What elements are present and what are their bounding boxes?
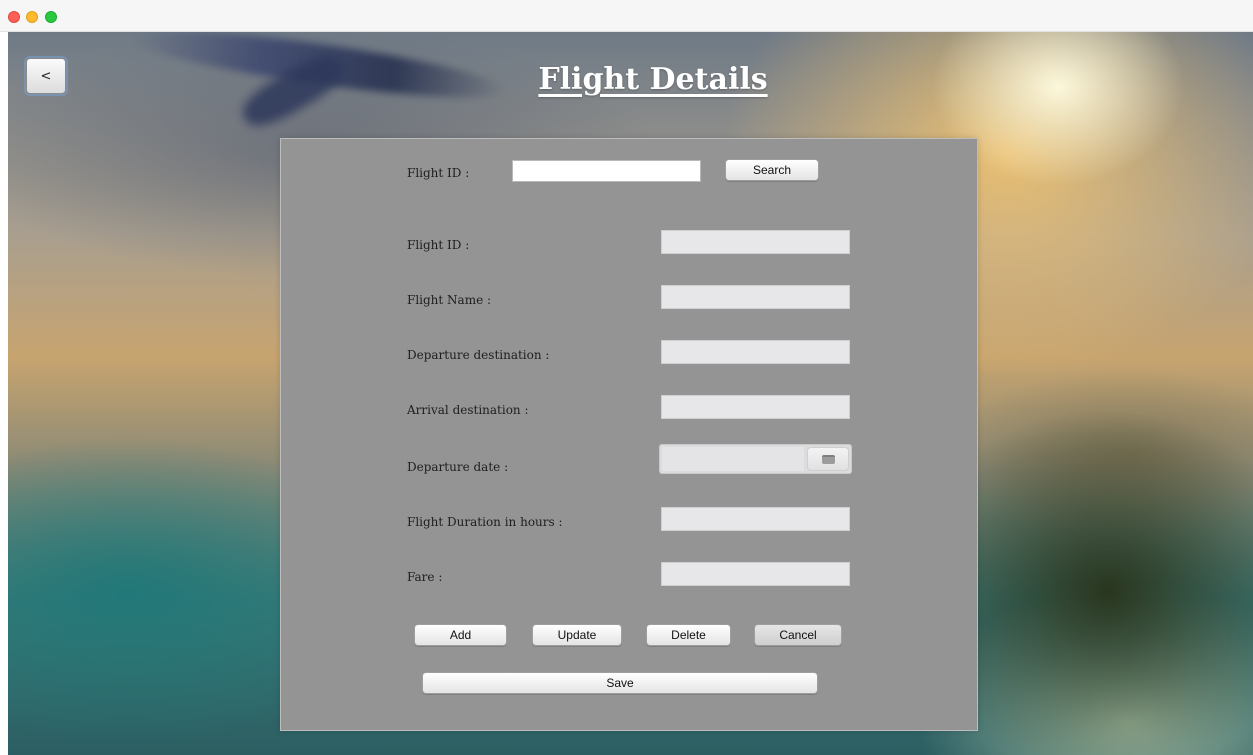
arrival-destination-field[interactable] bbox=[661, 395, 850, 419]
flight-name-label: Flight Name : bbox=[407, 293, 492, 307]
update-button[interactable]: Update bbox=[532, 624, 622, 646]
add-button[interactable]: Add bbox=[414, 624, 507, 646]
close-window-button[interactable] bbox=[8, 11, 20, 23]
save-button[interactable]: Save bbox=[422, 672, 818, 694]
minimize-window-button[interactable] bbox=[26, 11, 38, 23]
flight-name-field[interactable] bbox=[661, 285, 850, 309]
departure-destination-label: Departure destination : bbox=[407, 348, 550, 362]
fare-field[interactable] bbox=[661, 562, 850, 586]
window-body: < Flight Details Flight ID : Search Flig… bbox=[8, 32, 1253, 755]
flight-duration-field[interactable] bbox=[661, 507, 850, 531]
cancel-button[interactable]: Cancel bbox=[754, 624, 842, 646]
window-titlebar bbox=[0, 0, 1253, 32]
search-flight-id-input[interactable] bbox=[512, 160, 701, 182]
flight-duration-label: Flight Duration in hours : bbox=[407, 515, 563, 529]
search-button[interactable]: Search bbox=[725, 159, 819, 181]
fare-label: Fare : bbox=[407, 570, 443, 584]
flight-details-form: Flight ID : Search Flight ID : Flight Na… bbox=[280, 138, 978, 731]
departure-destination-field[interactable] bbox=[661, 340, 850, 364]
departure-date-picker bbox=[659, 444, 852, 474]
departure-date-field[interactable] bbox=[662, 447, 804, 471]
calendar-icon bbox=[821, 454, 835, 464]
maximize-window-button[interactable] bbox=[45, 11, 57, 23]
delete-button[interactable]: Delete bbox=[646, 624, 731, 646]
arrival-destination-label: Arrival destination : bbox=[407, 403, 529, 417]
date-picker-button[interactable] bbox=[807, 447, 849, 471]
flight-id-field[interactable] bbox=[661, 230, 850, 254]
back-button[interactable]: < bbox=[26, 58, 66, 94]
flight-id-label: Flight ID : bbox=[407, 238, 470, 252]
search-flight-id-label: Flight ID : bbox=[407, 166, 470, 180]
departure-date-label: Departure date : bbox=[407, 460, 509, 474]
page-title: Flight Details bbox=[538, 62, 768, 97]
